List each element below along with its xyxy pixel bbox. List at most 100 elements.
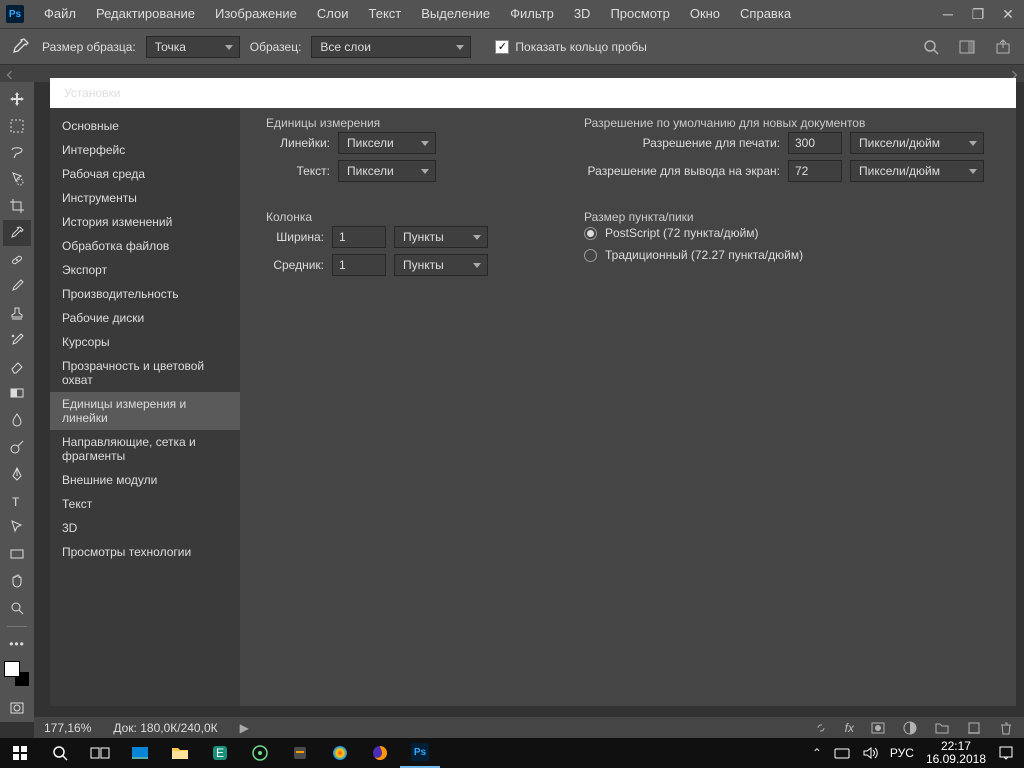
eyedropper-tool[interactable]	[3, 220, 31, 246]
tray-keyboard-icon[interactable]	[834, 746, 850, 760]
taskbar-search-icon[interactable]	[40, 738, 80, 768]
show-ring-checkbox[interactable]: ✓ Показать кольцо пробы	[495, 40, 646, 54]
prefs-side-item[interactable]: Обработка файлов	[50, 234, 240, 258]
taskbar-app-4[interactable]	[280, 738, 320, 768]
history-brush-tool[interactable]	[3, 327, 31, 353]
tray-language[interactable]: РУС	[890, 746, 914, 760]
prefs-side-item[interactable]: Инструменты	[50, 186, 240, 210]
lasso-tool[interactable]	[3, 140, 31, 166]
menu-file[interactable]: Файл	[34, 0, 86, 28]
screen-resolution-unit-select[interactable]: Пиксели/дюйм	[850, 160, 984, 182]
taskbar-app-5[interactable]	[320, 738, 360, 768]
search-icon[interactable]	[922, 38, 940, 56]
menu-filter[interactable]: Фильтр	[500, 0, 564, 28]
menu-3d[interactable]: 3D	[564, 0, 601, 28]
prefs-side-item[interactable]: Рабочая среда	[50, 162, 240, 186]
crop-tool[interactable]	[3, 193, 31, 219]
prefs-side-item[interactable]: Просмотры технологии	[50, 540, 240, 564]
prefs-side-item[interactable]: Текст	[50, 492, 240, 516]
sample-size-select[interactable]: Точка	[146, 36, 240, 58]
tray-notifications-icon[interactable]	[998, 745, 1014, 761]
screen-resolution-input[interactable]: 72	[788, 160, 842, 182]
menu-help[interactable]: Справка	[730, 0, 801, 28]
taskbar-app-2[interactable]: E	[200, 738, 240, 768]
dodge-tool[interactable]	[3, 434, 31, 460]
prefs-side-item[interactable]: Производительность	[50, 282, 240, 306]
taskbar-app-1[interactable]	[120, 738, 160, 768]
rulers-select[interactable]: Пиксели	[338, 132, 436, 154]
marquee-tool[interactable]	[3, 113, 31, 139]
prefs-side-item[interactable]: Экспорт	[50, 258, 240, 282]
prefs-side-item[interactable]: Единицы измерения и линейки	[50, 392, 240, 430]
share-icon[interactable]	[994, 38, 1012, 56]
new-layer-icon[interactable]	[966, 720, 982, 736]
fx-icon[interactable]: fx	[845, 721, 854, 735]
stamp-tool[interactable]	[3, 300, 31, 326]
brush-tool[interactable]	[3, 273, 31, 299]
print-resolution-input[interactable]: 300	[788, 132, 842, 154]
eyedropper-icon[interactable]	[8, 35, 32, 59]
taskbar-firefox-icon[interactable]	[360, 738, 400, 768]
tray-volume-icon[interactable]	[862, 746, 878, 760]
folder-icon[interactable]	[934, 720, 950, 736]
postscript-radio[interactable]: PostScript (72 пункта/дюйм)	[584, 226, 990, 240]
zoom-tool[interactable]	[3, 595, 31, 621]
column-width-input[interactable]: 1	[332, 226, 386, 248]
tray-clock[interactable]: 22:17 16.09.2018	[926, 740, 986, 766]
move-tool[interactable]	[3, 86, 31, 112]
start-button[interactable]	[0, 738, 40, 768]
traditional-radio[interactable]: Традиционный (72.27 пункта/дюйм)	[584, 248, 990, 262]
mask-icon[interactable]	[870, 720, 886, 736]
hand-tool[interactable]	[3, 568, 31, 594]
quick-select-tool[interactable]	[3, 166, 31, 192]
zoom-level[interactable]: 177,16%	[44, 721, 91, 735]
eraser-tool[interactable]	[3, 354, 31, 380]
quickmask-icon[interactable]	[3, 695, 31, 721]
column-gutter-unit-select[interactable]: Пункты	[394, 254, 488, 276]
menu-edit[interactable]: Редактирование	[86, 0, 205, 28]
tray-chevron-icon[interactable]: ⌃	[812, 746, 822, 760]
prefs-side-item[interactable]: Основные	[50, 114, 240, 138]
column-width-unit-select[interactable]: Пункты	[394, 226, 488, 248]
menu-select[interactable]: Выделение	[411, 0, 500, 28]
prefs-side-item[interactable]: Интерфейс	[50, 138, 240, 162]
status-chevron-icon[interactable]: ▶	[240, 721, 249, 735]
blur-tool[interactable]	[3, 407, 31, 433]
prefs-side-item[interactable]: История изменений	[50, 210, 240, 234]
text-unit-select[interactable]: Пиксели	[338, 160, 436, 182]
window-close-icon[interactable]: ✕	[1000, 6, 1016, 22]
prefs-side-item[interactable]: Рабочие диски	[50, 306, 240, 330]
gradient-tool[interactable]	[3, 381, 31, 407]
prefs-side-item[interactable]: Курсоры	[50, 330, 240, 354]
path-select-tool[interactable]	[3, 515, 31, 541]
print-resolution-unit-select[interactable]: Пиксели/дюйм	[850, 132, 984, 154]
spot-heal-tool[interactable]	[3, 247, 31, 273]
prefs-side-item[interactable]: Прозрачность и цветовой охват	[50, 354, 240, 392]
link-icon[interactable]	[813, 720, 829, 736]
menu-window[interactable]: Окно	[680, 0, 730, 28]
menu-text[interactable]: Текст	[359, 0, 412, 28]
menu-view[interactable]: Просмотр	[600, 0, 679, 28]
taskbar-app-3[interactable]	[240, 738, 280, 768]
rectangle-tool[interactable]	[3, 541, 31, 567]
prefs-side-item[interactable]: Внешние модули	[50, 468, 240, 492]
menu-layers[interactable]: Слои	[307, 0, 359, 28]
prefs-side-item[interactable]: 3D	[50, 516, 240, 540]
type-tool[interactable]: T	[3, 488, 31, 514]
system-tray: ⌃ РУС 22:17 16.09.2018	[802, 740, 1024, 766]
foreground-background-colors[interactable]	[4, 661, 30, 687]
pen-tool[interactable]	[3, 461, 31, 487]
workspace-icon[interactable]	[958, 38, 976, 56]
column-gutter-input[interactable]: 1	[332, 254, 386, 276]
edit-toolbar-icon[interactable]: •••	[3, 631, 31, 657]
menu-image[interactable]: Изображение	[205, 0, 307, 28]
taskbar-photoshop-icon[interactable]: Ps	[400, 738, 440, 768]
sample-layers-select[interactable]: Все слои	[311, 36, 471, 58]
trash-icon[interactable]	[998, 720, 1014, 736]
adjustment-icon[interactable]	[902, 720, 918, 736]
task-view-icon[interactable]	[80, 738, 120, 768]
prefs-side-item[interactable]: Направляющие, сетка и фрагменты	[50, 430, 240, 468]
window-minimize-icon[interactable]: ─	[940, 6, 956, 22]
taskbar-explorer-icon[interactable]	[160, 738, 200, 768]
window-restore-icon[interactable]: ❐	[970, 6, 986, 22]
